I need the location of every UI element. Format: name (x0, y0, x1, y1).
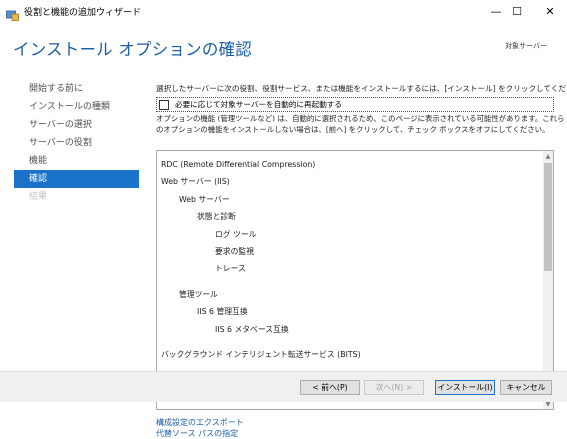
note-line-2: のオプションの機能をインストールしない場合は、[前へ] をクリックして、チェック… (156, 125, 550, 134)
nav-item-results: 結果 (29, 192, 48, 202)
feature-item: 状態と診断 (197, 212, 236, 222)
wizard-header: インストール オプションの確認 対象サーバー (0, 24, 567, 76)
next-button[interactable]: 次へ(N) > (364, 380, 424, 395)
previous-button[interactable]: < 前へ(P) (300, 380, 360, 395)
nav-item-server-roles[interactable]: サーバーの役割 (14, 134, 139, 152)
options-links: 構成設定のエクスポート 代替ソース パスの指定 (156, 417, 244, 439)
wizard-footer: < 前へ(P) 次へ(N) > インストール(I) キャンセル (0, 371, 567, 402)
window-title: 役割と機能の追加ウィザード (24, 8, 142, 18)
restart-checkbox[interactable] (159, 99, 169, 110)
scroll-up-icon[interactable]: ▲ (543, 151, 553, 161)
nav-item-features[interactable]: 機能 (14, 152, 139, 170)
optional-features-note: オプションの機能 (管理ツールなど) は、自動的に選択されるため、このページに表… (156, 113, 565, 135)
feature-item: バックグラウンド インテリジェント転送サービス (BITS) (161, 349, 361, 359)
feature-item: 要求の監視 (215, 246, 254, 256)
feature-item: ログ ツール (215, 229, 257, 239)
wizard-steps-nav: 開始する前に インストールの種類 サーバーの選択 サーバーの役割 機能 確認 結… (14, 80, 139, 206)
instruction-text: 選択したサーバーに次の役割、役割サービス、または機能をインストールするには、[イ… (156, 84, 567, 93)
feature-item: トレース (215, 264, 246, 274)
feature-item: RDC (Remote Differential Compression) (161, 160, 316, 169)
restart-checkbox-label[interactable]: 必要に応じて対象サーバーを自動的に再起動する (175, 99, 342, 110)
alternate-source-link[interactable]: 代替ソース パスの指定 (156, 428, 244, 439)
restart-checkbox-row[interactable]: 必要に応じて対象サーバーを自動的に再起動する (156, 97, 554, 112)
nav-item-installation-type[interactable]: インストールの種類 (14, 98, 139, 116)
target-server-label: 対象サーバー (505, 42, 547, 50)
close-button[interactable]: ✕ (533, 0, 567, 22)
feature-item: IIS 6 メタベース互換 (215, 324, 289, 334)
install-button[interactable]: インストール(I) (435, 380, 495, 395)
feature-item: IIS 6 管理互換 (197, 307, 248, 317)
feature-item: Web サーバー (IIS) (161, 177, 230, 187)
feature-item: 管理ツール (179, 289, 218, 299)
maximize-button[interactable]: ☐ (500, 0, 534, 22)
confirmation-panel: 選択したサーバーに次の役割、役割サービス、または機能をインストールするには、[イ… (156, 80, 567, 438)
server-manager-icon (6, 6, 19, 21)
cancel-button[interactable]: キャンセル (500, 380, 552, 395)
export-config-link[interactable]: 構成設定のエクスポート (156, 417, 244, 428)
nav-item-before-you-begin[interactable]: 開始する前に (14, 80, 139, 98)
title-bar: 役割と機能の追加ウィザード — ☐ ✕ (0, 0, 567, 24)
features-list-content: RDC (Remote Differential Compression) Web… (161, 156, 539, 363)
nav-item-confirmation[interactable]: 確認 (14, 170, 139, 188)
note-line-1: オプションの機能 (管理ツールなど) は、自動的に選択されるため、このページに表… (156, 114, 565, 123)
page-title: インストール オプションの確認 (13, 40, 252, 59)
nav-item-server-selection[interactable]: サーバーの選択 (14, 116, 139, 134)
scrollbar-thumb[interactable] (544, 163, 552, 271)
feature-item: Web サーバー (179, 194, 230, 204)
